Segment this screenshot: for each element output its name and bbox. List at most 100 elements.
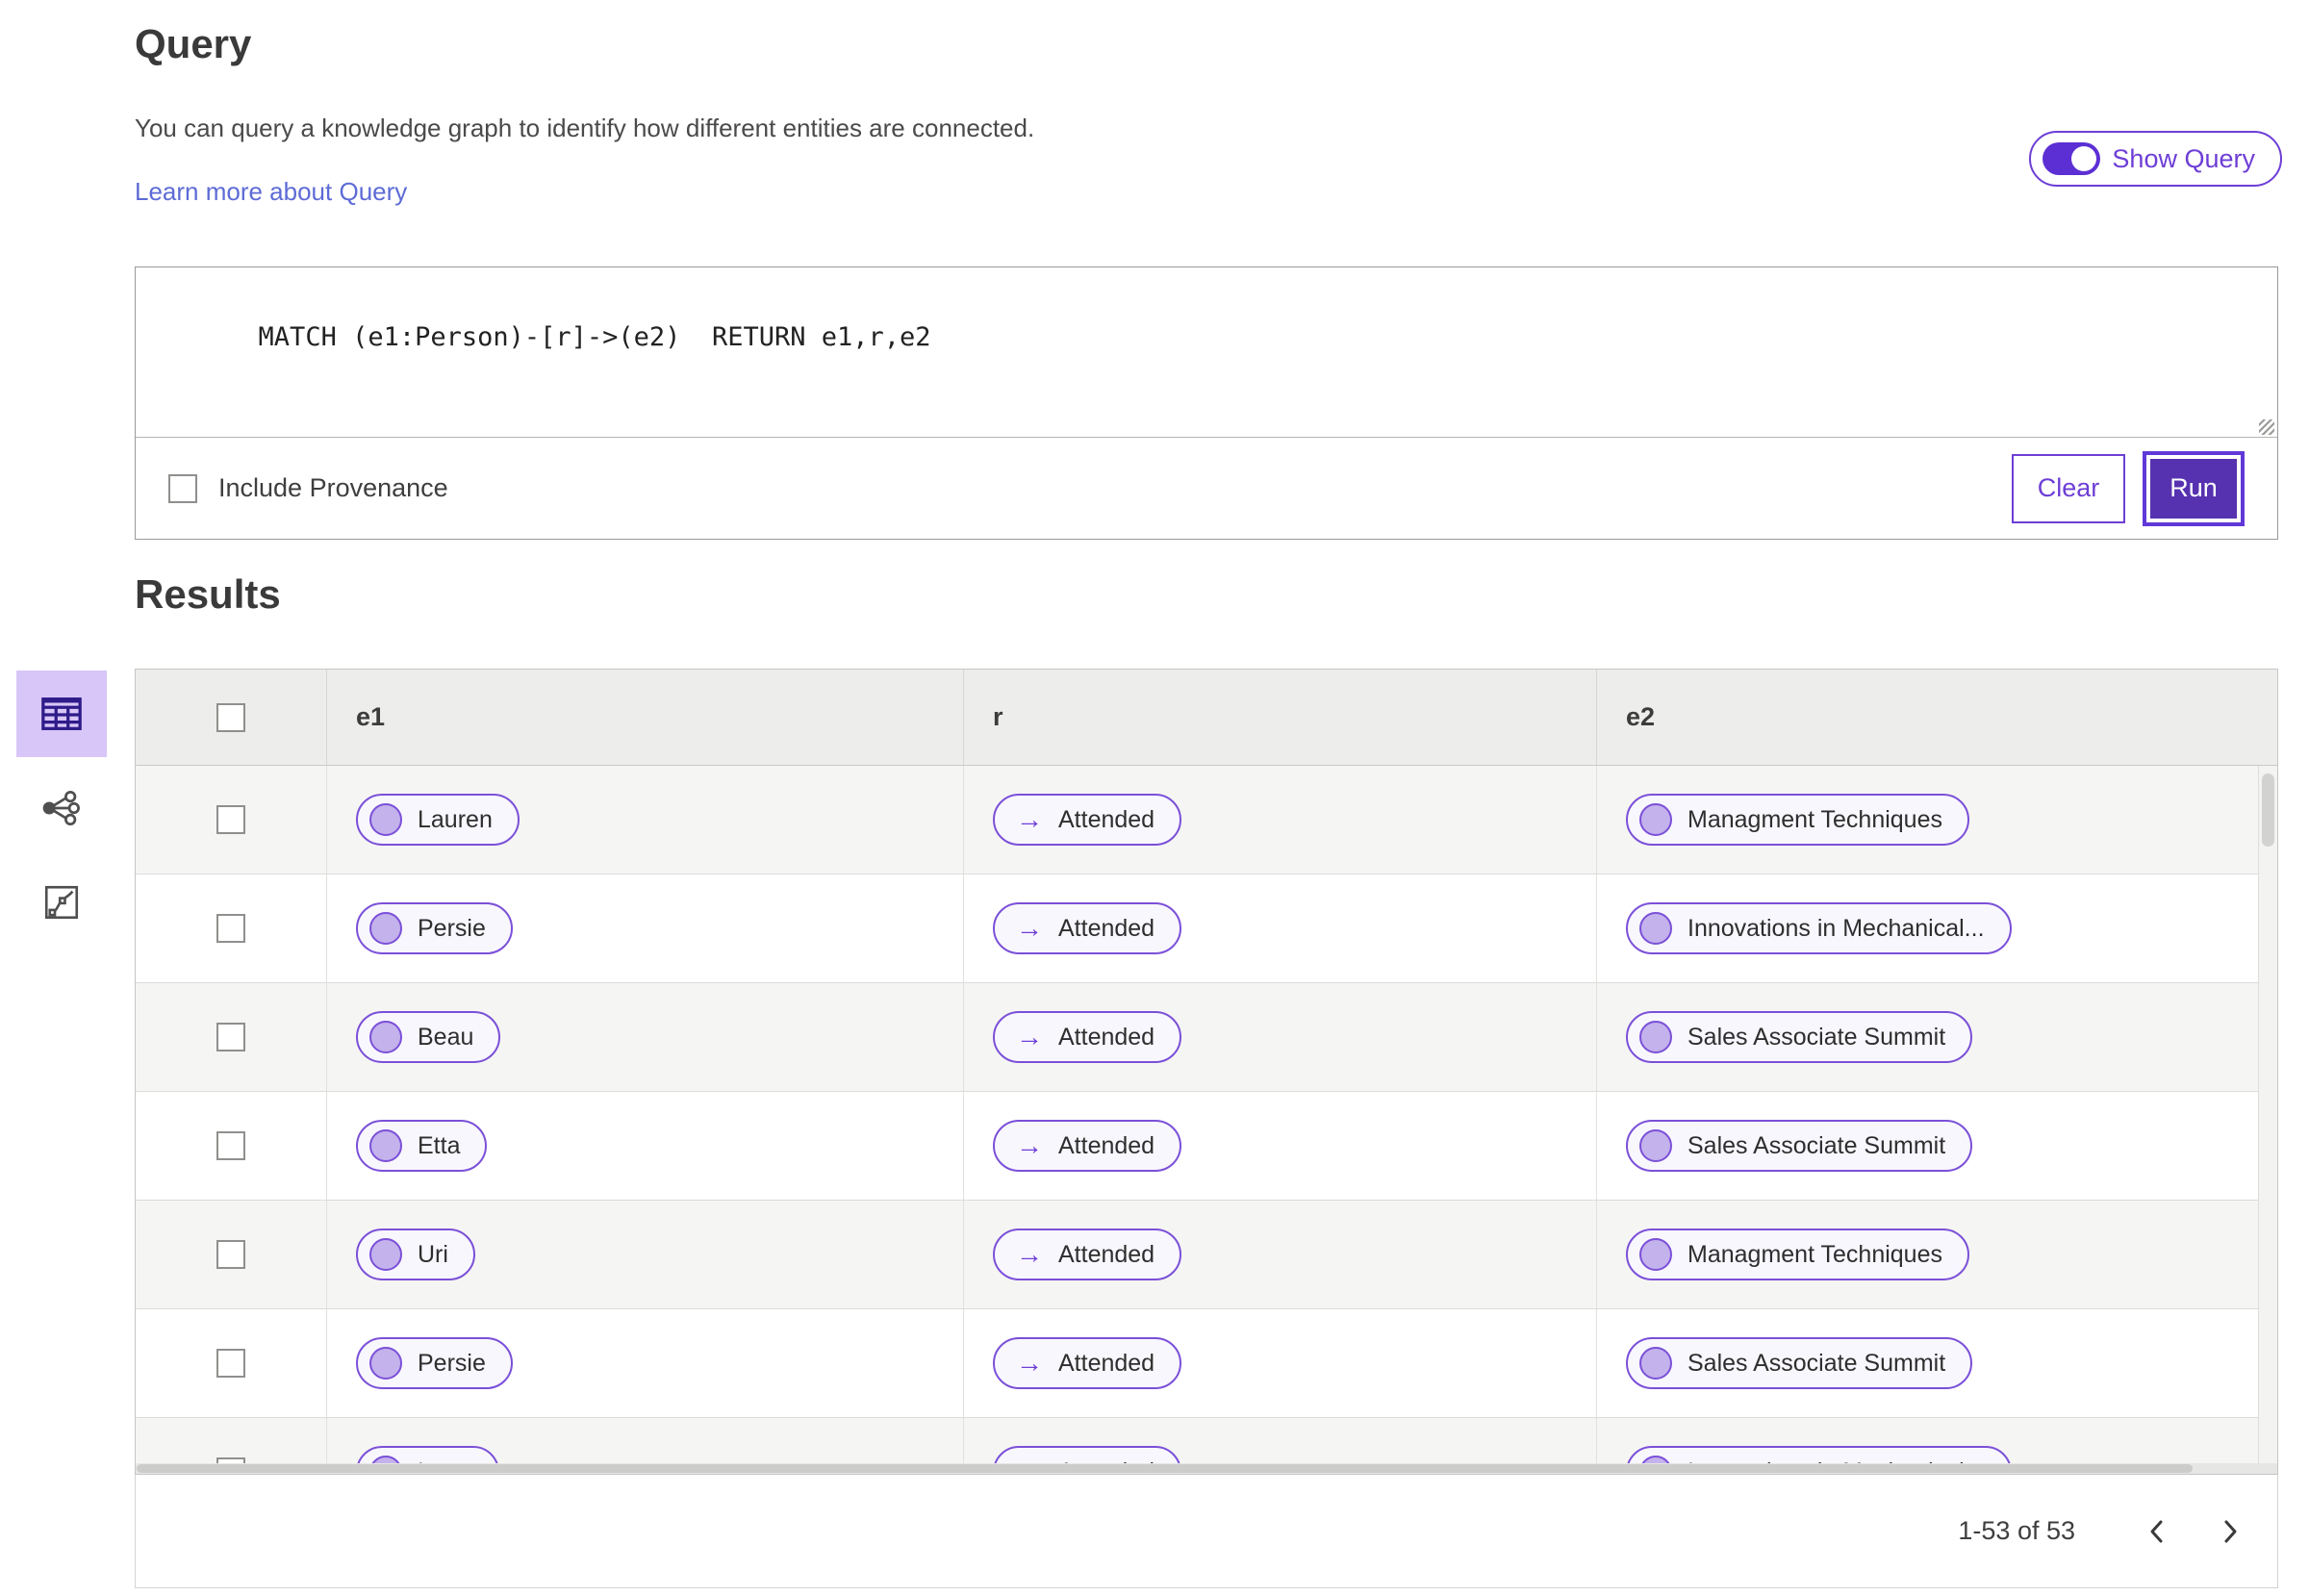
entity-pill[interactable]: Innovations in Mechanical... — [1626, 902, 2012, 954]
entity-pill[interactable]: Sales Associate Summit — [1626, 1011, 1973, 1063]
knowledge-graph-query-page: Query You can query a knowledge graph to… — [0, 0, 2309, 1596]
row-cell-r: → Attended — [964, 1201, 1597, 1308]
entity-pill[interactable]: Persie — [356, 1337, 513, 1389]
row-cell-e2: Managment Techniques — [1597, 766, 2277, 874]
include-provenance-row[interactable]: Include Provenance — [168, 473, 448, 503]
relation-pill[interactable]: → Attended — [993, 1337, 1182, 1389]
query-input[interactable]: MATCH (e1:Person)-[r]->(e2) RETURN e1,r,… — [136, 267, 2277, 438]
vertical-scrollbar-thumb[interactable] — [2262, 773, 2274, 847]
entity-label: Beau — [418, 1023, 474, 1051]
vertical-scrollbar[interactable] — [2258, 766, 2277, 1466]
entity-node-icon — [369, 803, 402, 836]
relation-label: Attended — [1058, 914, 1155, 942]
horizontal-scrollbar-thumb[interactable] — [137, 1464, 2193, 1473]
horizontal-scrollbar[interactable] — [136, 1463, 2277, 1474]
row-cell-e2: Innovations in Mechanical... — [1597, 1418, 2277, 1464]
entity-label: Lauren — [418, 805, 493, 833]
row-checkbox[interactable] — [216, 1131, 245, 1160]
entity-pill[interactable]: Larry — [356, 1446, 499, 1464]
pagination-label: 1-53 of 53 — [1958, 1516, 2075, 1545]
relation-pill[interactable]: → Attended — [993, 794, 1182, 846]
entity-pill[interactable]: Persie — [356, 902, 513, 954]
pagination-footer: 1-53 of 53 — [135, 1475, 2278, 1588]
entity-pill[interactable]: Innovations in Mechanical... — [1626, 1446, 2012, 1464]
entity-node-icon — [369, 912, 402, 945]
query-editor-panel: MATCH (e1:Person)-[r]->(e2) RETURN e1,r,… — [135, 266, 2278, 540]
entity-label: Persie — [418, 914, 486, 942]
row-checkbox[interactable] — [216, 1349, 245, 1378]
row-cell-select — [136, 1201, 327, 1308]
entity-pill[interactable]: Sales Associate Summit — [1626, 1337, 1973, 1389]
run-button[interactable]: Run — [2143, 450, 2245, 526]
relation-label: Attended — [1058, 1349, 1155, 1377]
toggle-knob — [2071, 146, 2097, 171]
entity-pill[interactable]: Lauren — [356, 794, 520, 846]
table-header-row: e1 r e2 — [136, 670, 2277, 766]
table-row: Lauren → Attended Managment Techniques — [136, 766, 2277, 874]
header-cell-e2: e2 — [1626, 702, 1656, 731]
next-page-button[interactable] — [2216, 1513, 2245, 1550]
table-row: Larry → Attended Innovations in Mechanic… — [136, 1418, 2277, 1464]
relation-label: Attended — [1058, 1131, 1155, 1159]
entity-node-icon — [1639, 1347, 1672, 1380]
toggle-on-icon[interactable] — [2043, 142, 2101, 175]
row-cell-select — [136, 1309, 327, 1417]
table-row: Persie → Attended Sales Associate Summit — [136, 1309, 2277, 1418]
results-title: Results — [135, 571, 281, 617]
entity-pill[interactable]: Managment Techniques — [1626, 794, 1969, 846]
table-row: Uri → Attended Managment Techniques — [136, 1201, 2277, 1309]
relation-pill[interactable]: → Attended — [993, 1120, 1182, 1172]
select-all-checkbox[interactable] — [216, 702, 245, 732]
relation-pill[interactable]: → Attended — [993, 1011, 1182, 1063]
relation-arrow-icon: → — [1016, 1239, 1043, 1269]
entity-node-icon — [1639, 1021, 1672, 1053]
row-checkbox[interactable] — [216, 1240, 245, 1269]
show-query-toggle[interactable]: Show Query — [2029, 131, 2282, 187]
header-cell-e1: e1 — [327, 670, 964, 765]
entity-label: Sales Associate Summit — [1687, 1023, 1946, 1051]
view-item-chart[interactable] — [16, 859, 107, 946]
view-item-graph[interactable] — [16, 765, 107, 851]
row-cell-r: → Attended — [964, 1309, 1597, 1417]
row-cell-e1: Lauren — [327, 766, 964, 874]
resize-handle-icon[interactable] — [2259, 419, 2274, 435]
view-item-table[interactable] — [16, 671, 107, 757]
results-view-switcher — [15, 671, 108, 946]
row-cell-e2: Innovations in Mechanical... — [1597, 874, 2277, 982]
clear-button[interactable]: Clear — [2012, 453, 2125, 523]
row-checkbox[interactable] — [216, 1023, 245, 1051]
entity-node-icon — [1639, 1129, 1672, 1162]
query-actions-bar: Include Provenance Clear Run — [136, 437, 2277, 539]
entity-node-icon — [369, 1021, 402, 1053]
entity-pill[interactable]: Sales Associate Summit — [1626, 1120, 1973, 1172]
entity-pill[interactable]: Uri — [356, 1229, 475, 1280]
entity-pill[interactable]: Etta — [356, 1120, 488, 1172]
previous-page-button[interactable] — [2143, 1513, 2171, 1550]
include-provenance-checkbox[interactable] — [168, 473, 197, 503]
relation-arrow-icon: → — [1016, 1130, 1043, 1160]
chevron-left-icon — [2150, 1520, 2163, 1542]
entity-pill[interactable]: Managment Techniques — [1626, 1229, 1969, 1280]
relation-pill[interactable]: → Attended — [993, 1446, 1182, 1464]
learn-more-link[interactable]: Learn more about Query — [135, 177, 407, 207]
relation-pill[interactable]: → Attended — [993, 1229, 1182, 1280]
entity-label: Etta — [418, 1131, 461, 1159]
entity-node-icon — [1639, 1238, 1672, 1271]
row-cell-e2: Sales Associate Summit — [1597, 1092, 2277, 1200]
row-checkbox[interactable] — [216, 914, 245, 943]
query-buttons: Clear Run — [2012, 450, 2245, 526]
row-cell-e1: Persie — [327, 1309, 964, 1417]
entity-label: Persie — [418, 1349, 486, 1377]
include-provenance-label: Include Provenance — [218, 473, 448, 502]
relation-pill[interactable]: → Attended — [993, 902, 1182, 954]
table-row: Persie → Attended Innovations in Mechani… — [136, 874, 2277, 983]
row-cell-e1: Etta — [327, 1092, 964, 1200]
row-checkbox[interactable] — [216, 805, 245, 834]
entity-label: Managment Techniques — [1687, 1240, 1942, 1268]
row-cell-e1: Larry — [327, 1418, 964, 1464]
row-cell-e2: Sales Associate Summit — [1597, 1309, 2277, 1417]
row-cell-r: → Attended — [964, 766, 1597, 874]
relation-arrow-icon: → — [1016, 913, 1043, 943]
entity-pill[interactable]: Beau — [356, 1011, 501, 1063]
row-cell-e2: Sales Associate Summit — [1597, 983, 2277, 1091]
